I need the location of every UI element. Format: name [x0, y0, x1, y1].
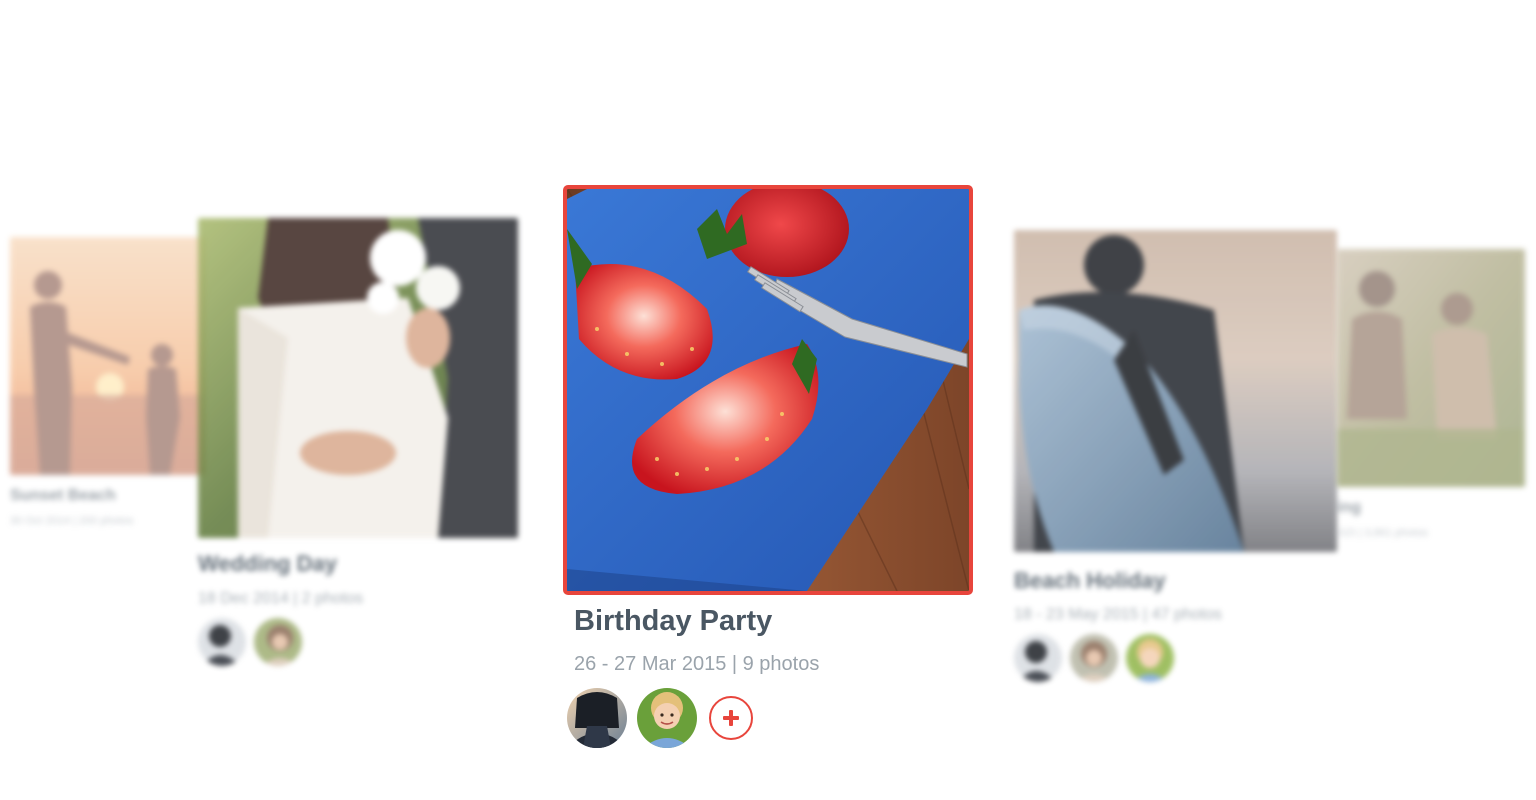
add-person-button[interactable]: [709, 696, 753, 740]
album-meta: 18 Dec 2014 | 2 photos: [198, 590, 364, 607]
album-title: Birthday Party: [574, 605, 773, 637]
album-card-beach-holiday[interactable]: Beach Holiday 18 - 23 May 2015 | 47 phot…: [1014, 230, 1339, 690]
album-card-far-right[interactable]: ing 015 | 3,861 photos: [1337, 249, 1527, 549]
album-cover-birthday-party[interactable]: [563, 185, 973, 595]
album-meta: 26 - 27 Mar 2015 | 9 photos: [574, 653, 820, 675]
person-avatar-hooded[interactable]: [567, 688, 627, 748]
album-title: Beach Holiday: [1014, 568, 1166, 593]
album-card-birthday-party[interactable]: Birthday Party 26 - 27 Mar 2015 | 9 phot…: [563, 185, 975, 755]
album-title: Sunset Beach: [10, 487, 116, 504]
person-avatar-child[interactable]: [637, 688, 697, 748]
album-meta: 015 | 3,861 photos: [1337, 527, 1428, 539]
album-cover-far-right[interactable]: [1337, 249, 1525, 487]
album-cover-wedding-day[interactable]: [198, 218, 518, 538]
album-title: ing: [1337, 499, 1361, 516]
album-meta: 30 Oct 2014 | 200 photos: [10, 515, 134, 527]
album-title: Wedding Day: [198, 551, 337, 576]
album-people: [567, 688, 753, 748]
person-avatar[interactable]: [1126, 634, 1174, 682]
album-meta: 18 - 23 May 2015 | 47 photos: [1014, 606, 1222, 623]
plus-icon: [723, 710, 739, 726]
person-avatar[interactable]: [1014, 634, 1062, 682]
person-avatar[interactable]: [254, 618, 302, 666]
person-avatar[interactable]: [1070, 634, 1118, 682]
album-card-wedding-day[interactable]: Wedding Day 18 Dec 2014 | 2 photos: [198, 218, 520, 678]
album-cover-sunset-beach[interactable]: [10, 237, 205, 475]
album-people: [198, 618, 310, 666]
person-avatar[interactable]: [198, 618, 246, 666]
album-people: [1014, 634, 1182, 682]
album-cover-beach-holiday[interactable]: [1014, 230, 1337, 552]
album-card-sunset-beach[interactable]: Sunset Beach 30 Oct 2014 | 200 photos: [10, 237, 205, 537]
album-carousel: Sunset Beach 30 Oct 2014 | 200 photos We…: [0, 0, 1536, 800]
